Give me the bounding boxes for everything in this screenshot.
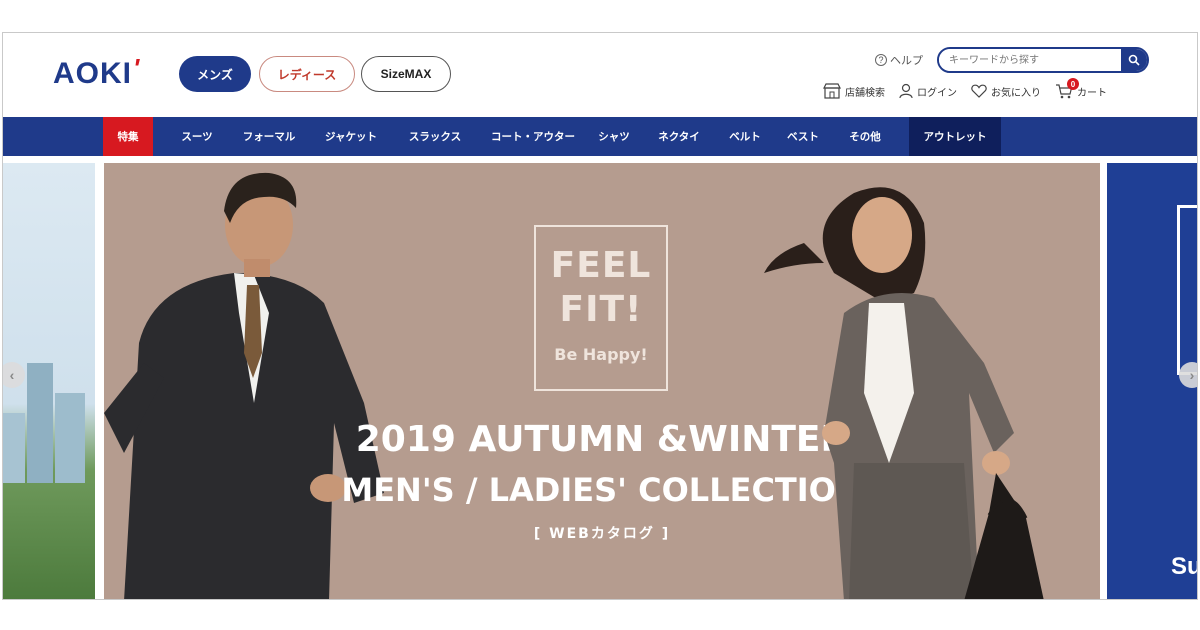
feel-fit-badge: FEEL FIT! Be Happy!: [534, 225, 668, 391]
login-label: ログイン: [917, 87, 957, 99]
chevron-right-icon: ›: [1189, 367, 1195, 383]
store-icon: [823, 83, 841, 99]
tab-ladies[interactable]: レディース: [259, 56, 355, 92]
carousel-next-button[interactable]: ›: [1179, 362, 1197, 388]
nav-item-slacks[interactable]: スラックス: [395, 117, 475, 156]
tab-mens[interactable]: メンズ: [179, 56, 251, 92]
badge-line-1: FEEL: [550, 245, 652, 286]
cart-link[interactable]: 0 カート: [1055, 78, 1107, 99]
nav-item-shirt[interactable]: シャツ: [589, 117, 639, 156]
nav-item-outlet[interactable]: アウトレット: [909, 117, 1001, 156]
store-search-link[interactable]: 店舗検索: [823, 83, 885, 99]
favorites-label: お気に入り: [991, 87, 1041, 99]
slide-frame-shape: [1177, 205, 1197, 375]
aoki-logo[interactable]: AOKI': [53, 53, 140, 91]
building-shape: [55, 393, 85, 483]
utility-links: 店舗検索 ログイン お気に入り 0 カート: [823, 78, 1107, 99]
cart-count-badge: 0: [1067, 78, 1079, 90]
nav-item-jacket[interactable]: ジャケット: [311, 117, 391, 156]
cart-label: カート: [1077, 87, 1107, 99]
help-link[interactable]: ? ヘルプ: [875, 52, 923, 68]
favorites-link[interactable]: お気に入り: [971, 83, 1041, 99]
nav-item-belt[interactable]: ベルト: [715, 117, 775, 156]
search-button[interactable]: [1121, 49, 1147, 71]
nav-item-coat-outer[interactable]: コート・アウター: [477, 117, 589, 156]
badge-line-3: Be Happy!: [554, 345, 648, 364]
hero-carousel: FEEL FIT! Be Happy! 2019 AUTUMN &WINTER …: [3, 156, 1197, 599]
browser-frame: AOKI' メンズ レディース SizeMAX ? ヘルプ 店舗検索 ログイン: [2, 32, 1198, 600]
nav-item-suits[interactable]: スーツ: [168, 117, 226, 156]
nav-item-vest[interactable]: ベスト: [775, 117, 831, 156]
building-shape: [3, 413, 25, 483]
building-shape: [27, 363, 53, 483]
site-header: AOKI' メンズ レディース SizeMAX ? ヘルプ 店舗検索 ログイン: [3, 33, 1197, 117]
nav-item-special[interactable]: 特集: [103, 117, 153, 156]
store-search-label: 店舗検索: [845, 87, 885, 99]
user-icon: [899, 83, 913, 99]
help-label: ヘルプ: [890, 55, 923, 67]
search-box: [937, 47, 1149, 73]
woman-model-image: [764, 187, 1044, 599]
next-slide-text: Su: [1171, 553, 1197, 580]
badge-line-2: FIT!: [559, 289, 643, 330]
logo-text: AOKI: [53, 57, 132, 90]
heart-icon: [971, 84, 987, 98]
nav-item-necktie[interactable]: ネクタイ: [645, 117, 713, 156]
search-icon: [1128, 54, 1140, 66]
category-nav: 特集 スーツ フォーマル ジャケット スラックス コート・アウター シャツ ネク…: [3, 117, 1197, 156]
chevron-left-icon: ‹: [9, 367, 15, 383]
nav-item-other[interactable]: その他: [833, 117, 897, 156]
logo-mark: ': [133, 53, 141, 83]
login-link[interactable]: ログイン: [899, 83, 957, 99]
search-input[interactable]: [939, 49, 1121, 71]
nav-item-formal[interactable]: フォーマル: [233, 117, 305, 156]
tab-sizemax[interactable]: SizeMAX: [361, 56, 451, 92]
hero-banner[interactable]: FEEL FIT! Be Happy! 2019 AUTUMN &WINTER …: [104, 163, 1100, 599]
question-icon: ?: [875, 54, 887, 66]
